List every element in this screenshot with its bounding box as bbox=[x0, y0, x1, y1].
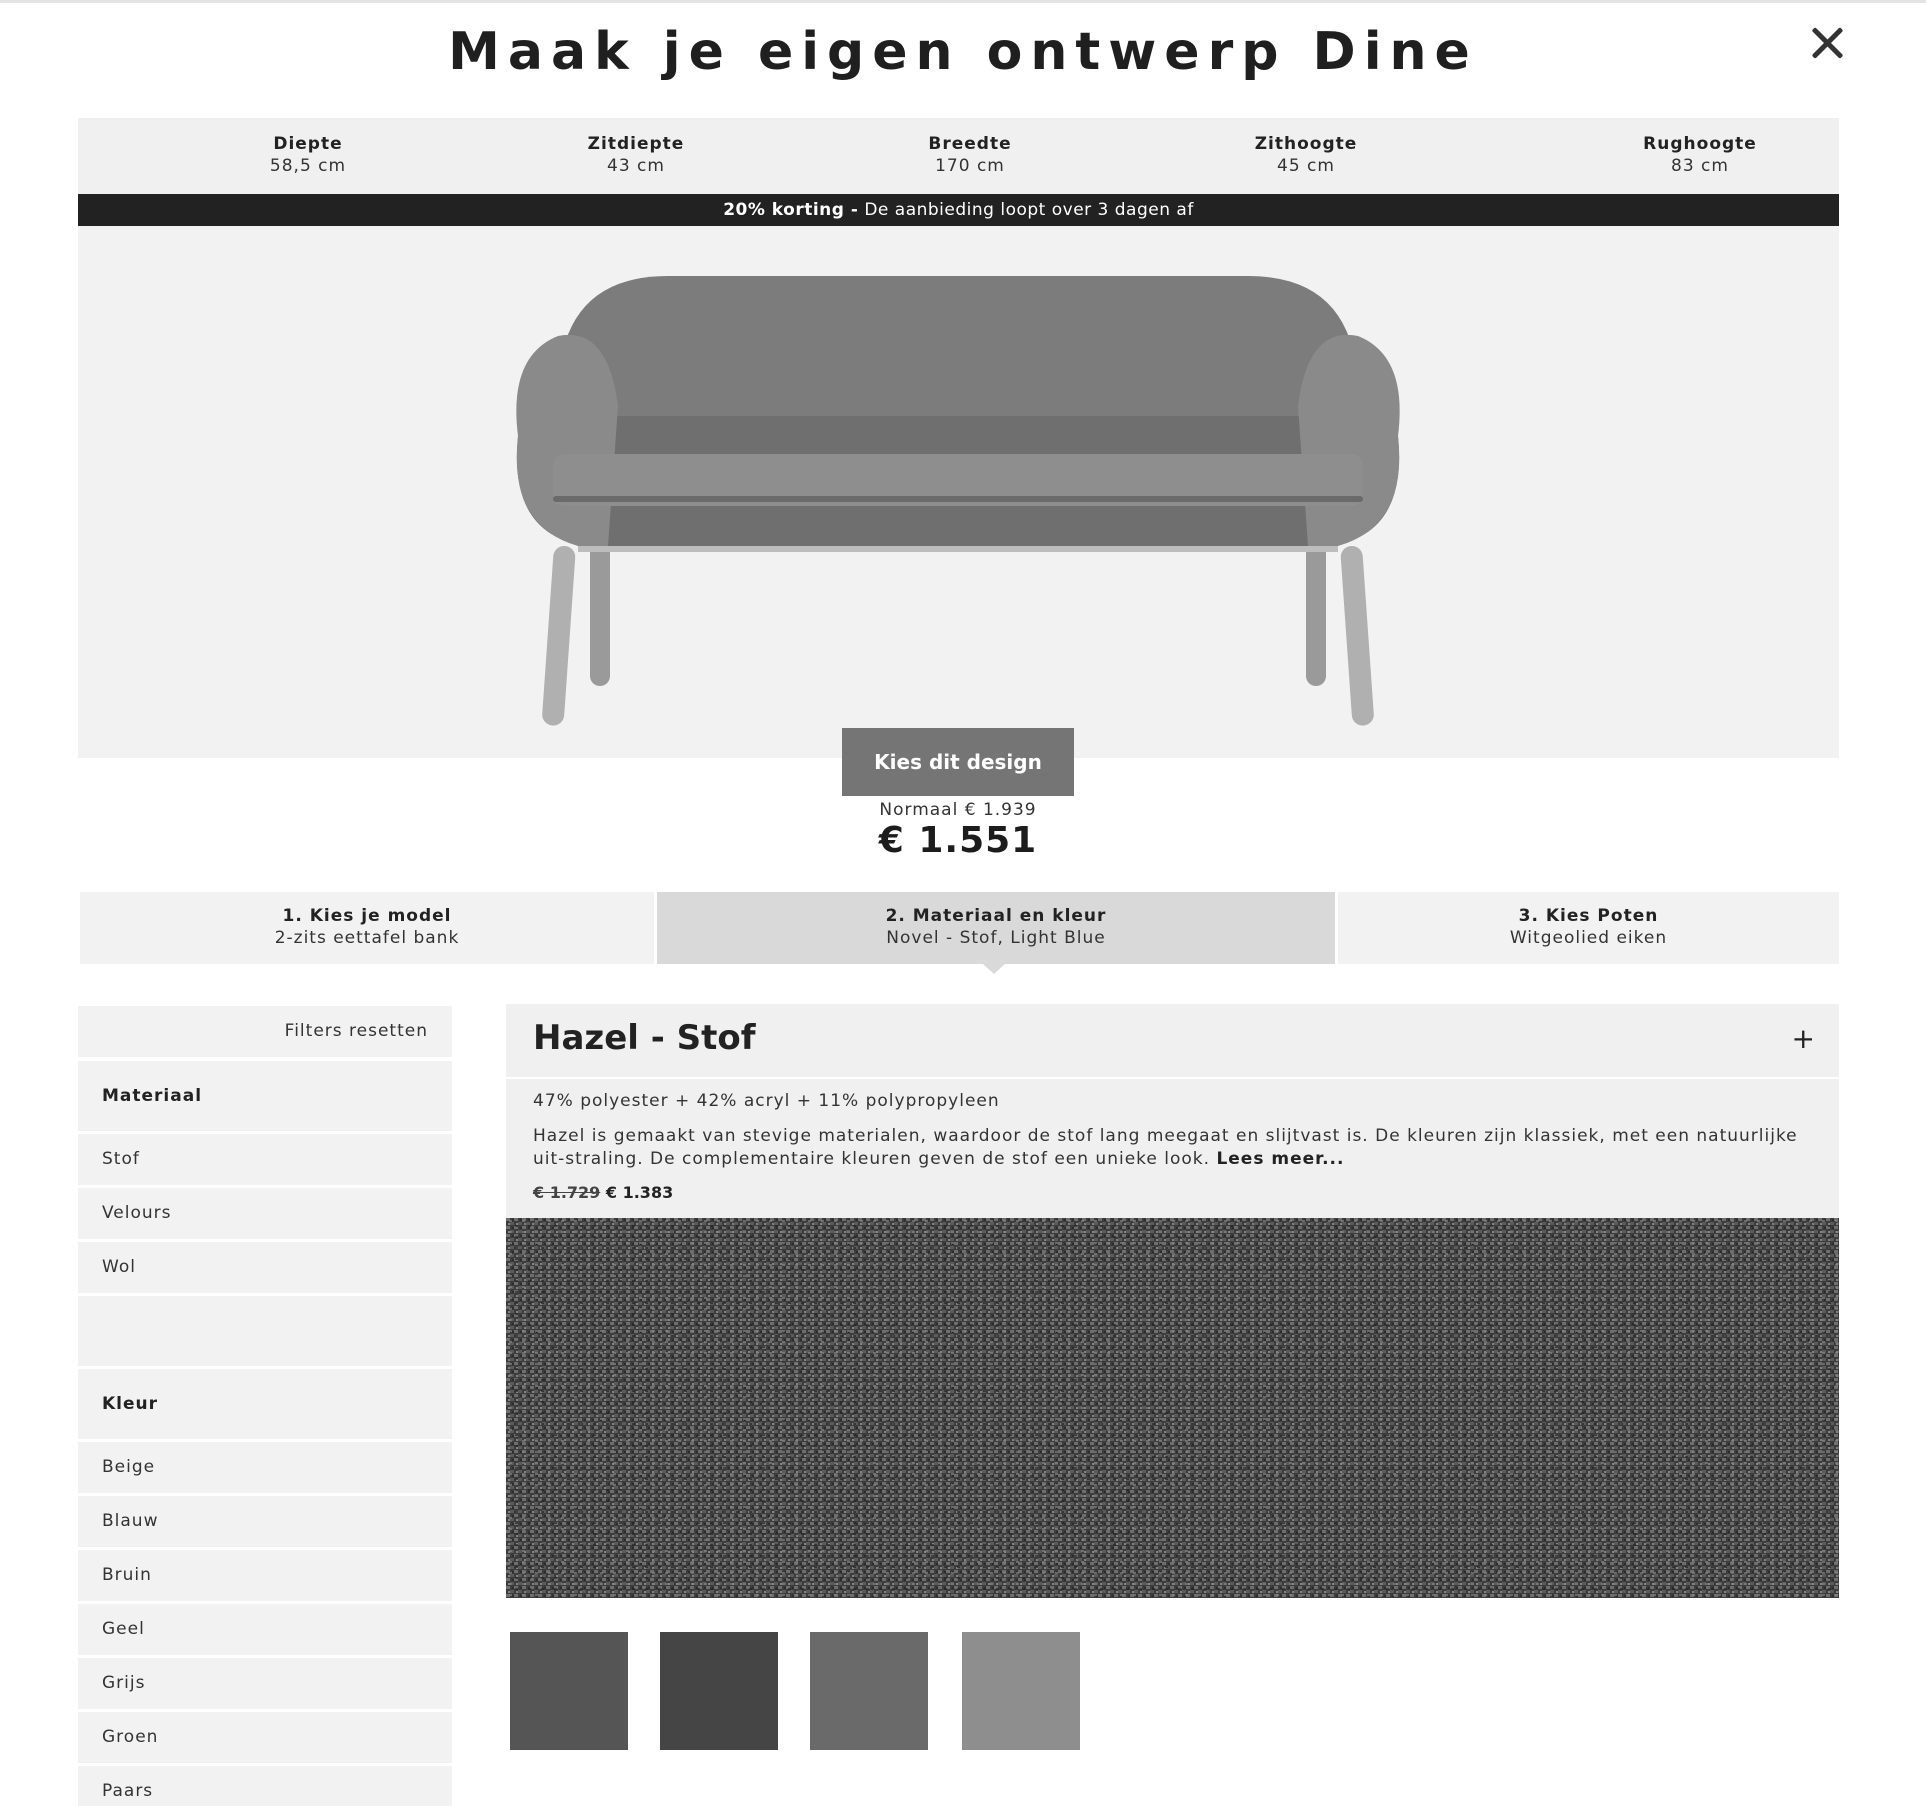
filter-sidebar: Filters resetten Materiaal Stof Velours … bbox=[78, 1006, 452, 1806]
step-model[interactable]: 1. Kies je model 2-zits eettafel bank bbox=[80, 892, 654, 964]
dimension-value: 170 cm bbox=[935, 156, 1005, 176]
swatch[interactable] bbox=[810, 1632, 928, 1750]
filter-item-geel[interactable]: Geel bbox=[78, 1604, 452, 1655]
material-panel: Hazel - Stof + 47% polyester + 42% acryl… bbox=[506, 1004, 1839, 1598]
step-legs[interactable]: 3. Kies Poten Witgeolied eiken bbox=[1338, 892, 1839, 964]
description-text: Hazel is gemaakt van stevige materialen,… bbox=[533, 1126, 1798, 1169]
swatch[interactable] bbox=[660, 1632, 778, 1750]
material-price: € 1.729 € 1.383 bbox=[533, 1183, 1812, 1202]
dimension-label: Breedte bbox=[928, 134, 1012, 154]
old-price: € 1.729 bbox=[533, 1183, 601, 1202]
dimension-seat-height: Zithoogte 45 cm bbox=[1186, 134, 1426, 176]
filter-item-bruin[interactable]: Bruin bbox=[78, 1550, 452, 1601]
new-price: € 1.383 bbox=[605, 1183, 674, 1202]
fabric-texture-pattern bbox=[506, 1218, 1839, 1598]
dimension-back-height: Rughoogte 83 cm bbox=[1580, 134, 1820, 176]
reset-filters-button[interactable]: Filters resetten bbox=[78, 1006, 452, 1057]
close-icon[interactable] bbox=[1806, 22, 1848, 64]
step-subtitle: Witgeolied eiken bbox=[1509, 928, 1668, 948]
step-subtitle: 2-zits eettafel bank bbox=[274, 928, 460, 948]
configurator-steps: 1. Kies je model 2-zits eettafel bank 2.… bbox=[80, 892, 1839, 964]
step-subtitle: Novel - Stof, Light Blue bbox=[886, 928, 1106, 948]
filter-item-paars[interactable]: Paars bbox=[78, 1766, 452, 1806]
promo-text: De aanbieding loopt over 3 dagen af bbox=[858, 200, 1194, 220]
swatch[interactable] bbox=[510, 1632, 628, 1750]
promo-discount: 20% korting - bbox=[723, 200, 859, 220]
top-border bbox=[0, 0, 1926, 3]
dimension-label: Zitdiepte bbox=[587, 134, 685, 154]
fabric-texture-image bbox=[506, 1218, 1839, 1598]
product-preview bbox=[78, 226, 1839, 758]
filter-item-groen[interactable]: Groen bbox=[78, 1712, 452, 1763]
dimension-depth: Diepte 58,5 cm bbox=[188, 134, 428, 176]
dimension-seat-depth: Zitdiepte 43 cm bbox=[516, 134, 756, 176]
sofa-image bbox=[516, 276, 1400, 726]
material-details: 47% polyester + 42% acryl + 11% polyprop… bbox=[506, 1079, 1839, 1218]
filter-item-beige[interactable]: Beige bbox=[78, 1442, 452, 1493]
promo-banner: 20% korting - De aanbieding loopt over 3… bbox=[78, 194, 1839, 226]
filter-item-wol[interactable]: Wol bbox=[78, 1242, 452, 1293]
swatch[interactable] bbox=[962, 1632, 1080, 1750]
filter-item-velours[interactable]: Velours bbox=[78, 1188, 452, 1239]
dimension-value: 43 cm bbox=[607, 156, 665, 176]
filter-item-stof[interactable]: Stof bbox=[78, 1134, 452, 1185]
dimension-label: Zithoogte bbox=[1254, 134, 1358, 154]
read-more-link[interactable]: Lees meer... bbox=[1216, 1149, 1344, 1169]
filter-heading-material: Materiaal bbox=[78, 1061, 452, 1131]
dimension-label: Rughoogte bbox=[1643, 134, 1757, 154]
filter-item-grijs[interactable]: Grijs bbox=[78, 1658, 452, 1709]
step-title: 1. Kies je model bbox=[282, 906, 452, 926]
choose-design-button[interactable]: Kies dit design bbox=[842, 728, 1074, 796]
step-title: 2. Materiaal en kleur bbox=[885, 906, 1107, 926]
material-description: Hazel is gemaakt van stevige materialen,… bbox=[533, 1125, 1812, 1171]
dimension-label: Diepte bbox=[273, 134, 343, 154]
dimension-value: 83 cm bbox=[1671, 156, 1729, 176]
material-header[interactable]: Hazel - Stof + bbox=[506, 1004, 1839, 1079]
current-price: € 1.551 bbox=[878, 820, 1038, 861]
normal-price: Normaal € 1.939 bbox=[879, 800, 1037, 820]
active-step-indicator bbox=[983, 964, 1005, 974]
material-title: Hazel - Stof bbox=[533, 1018, 756, 1058]
step-material-color[interactable]: 2. Materiaal en kleur Novel - Stof, Ligh… bbox=[657, 892, 1335, 964]
dimensions-bar: Diepte 58,5 cm Zitdiepte 43 cm Breedte 1… bbox=[78, 118, 1839, 194]
material-composition: 47% polyester + 42% acryl + 11% polyprop… bbox=[533, 1091, 1000, 1111]
filter-spacer bbox=[78, 1296, 452, 1366]
filter-heading-color: Kleur bbox=[78, 1369, 452, 1439]
step-title: 3. Kies Poten bbox=[1518, 906, 1659, 926]
dimension-value: 45 cm bbox=[1277, 156, 1335, 176]
dimension-width: Breedte 170 cm bbox=[850, 134, 1090, 176]
expand-plus-icon[interactable]: + bbox=[1792, 1022, 1815, 1055]
dimension-value: 58,5 cm bbox=[269, 156, 347, 176]
page-title: Maak je eigen ontwerp Dine bbox=[448, 22, 1478, 82]
filter-item-blauw[interactable]: Blauw bbox=[78, 1496, 452, 1547]
